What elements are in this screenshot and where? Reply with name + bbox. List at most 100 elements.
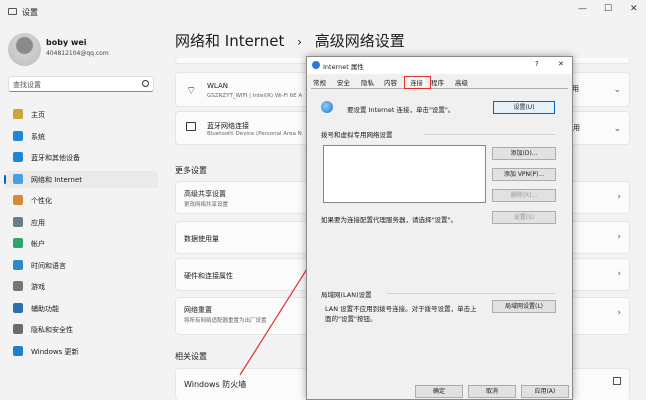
breadcrumb-parent[interactable]: 网络和 Internet (175, 32, 284, 50)
sidebar-item-label: 主页 (31, 111, 45, 119)
bluetooth-icon (13, 152, 23, 162)
tab-0[interactable]: 常规 (313, 77, 326, 87)
chevron-down-icon[interactable]: ⌄ (613, 85, 621, 95)
ok-button[interactable]: 确定 (415, 385, 463, 398)
sidebar-item-2[interactable]: 蓝牙和其他设备 (4, 149, 158, 166)
sidebar-item-label: 帐户 (31, 240, 45, 248)
add-vpn-button[interactable]: 添加 VPN(P)... (492, 168, 556, 181)
title-bar: 设置 — ☐ ✕ (0, 0, 646, 22)
chevron-right-icon: › (617, 269, 621, 279)
chevron-down-icon[interactable]: ⌄ (613, 124, 621, 134)
vpn-settings-button: 设置(S) (492, 211, 556, 224)
update-icon (13, 345, 23, 356)
card-title: WLAN (207, 82, 229, 90)
card-title: 数据使用量 (184, 235, 219, 243)
apps-icon (13, 216, 23, 227)
chevron-right-icon: › (617, 192, 621, 202)
sidebar-item-5[interactable]: 应用 (4, 214, 158, 231)
divider (424, 134, 555, 135)
page-title: 高级网络设置 (314, 32, 405, 50)
setup-button[interactable]: 设置(U) (493, 101, 555, 114)
wifi-icon: ⌔ (186, 84, 197, 97)
section-heading: 更多设置 (175, 166, 207, 175)
vpn-heading: 拨号和虚拟专用网络设置 (321, 131, 393, 139)
sidebar-item-7[interactable]: 时间和语言 (4, 257, 158, 274)
breadcrumb-separator: › (297, 35, 302, 49)
dialog-title-bar[interactable]: Internet 属性 ? ✕ (307, 57, 572, 74)
sidebar-item-label: 网络和 Internet (31, 175, 83, 184)
card-subtitle: GSZRZYT_WIFI | Intel(R) Wi-Fi 6E A (207, 93, 303, 99)
card-subtitle: 将所有网络适配器重置为出厂设置 (184, 318, 267, 324)
system-icon (13, 130, 23, 141)
card-title: 网络重置 (184, 306, 212, 314)
sidebar-item-label: 系统 (31, 132, 45, 141)
close-button[interactable]: ✕ (630, 4, 638, 14)
sidebar-item-label: 蓝牙和其他设备 (31, 154, 80, 162)
help-button[interactable]: ? (535, 60, 539, 68)
user-name: boby wei (46, 38, 87, 47)
tab-1[interactable]: 安全 (337, 77, 350, 87)
cancel-button[interactable]: 取消 (468, 385, 516, 398)
sidebar-item-10[interactable]: 隐私和安全性 (4, 321, 158, 338)
tab-2[interactable]: 隐私 (361, 77, 374, 87)
window-title: 设置 (22, 8, 38, 17)
globe-icon (13, 259, 23, 270)
sidebar-item-11[interactable]: Windows 更新 (4, 343, 158, 360)
maximize-button[interactable]: ☐ (604, 4, 612, 14)
tab-5[interactable]: 程序 (431, 77, 444, 87)
settings-app-icon (8, 8, 17, 15)
search-icon[interactable] (142, 80, 149, 87)
apply-button[interactable]: 应用(A) (521, 385, 569, 398)
dialog-title: Internet 属性 (323, 63, 364, 71)
minimize-button[interactable]: — (578, 4, 587, 14)
sidebar-item-8[interactable]: 游戏 (4, 278, 158, 295)
sidebar-item-4[interactable]: 个性化 (4, 192, 158, 209)
divider (387, 293, 555, 294)
remove-button: 删除(R)... (492, 189, 556, 202)
globe-icon (312, 61, 320, 69)
chevron-right-icon: › (617, 308, 621, 318)
network-icon (186, 122, 196, 131)
sidebar-item-label: 隐私和安全性 (31, 326, 73, 334)
tab-6[interactable]: 高级 (455, 77, 468, 87)
card-subtitle: Bluetooth Device (Personal Area N (207, 131, 302, 137)
chevron-right-icon: › (617, 232, 621, 242)
avatar[interactable] (8, 33, 41, 66)
disable-button[interactable]: 用 (573, 123, 580, 133)
sidebar-item-label: 辅助功能 (31, 304, 59, 313)
sidebar-item-label: 游戏 (31, 283, 45, 291)
proxy-description: 如果要为连接配置代理服务器，请选择"设置"。 (321, 216, 457, 224)
search-box[interactable]: 查找设置 (8, 76, 154, 92)
sidebar-item-9[interactable]: 辅助功能 (4, 300, 158, 317)
card-title: 硬件和连接属性 (184, 272, 233, 280)
nav-selection-indicator (4, 175, 6, 184)
connection-list[interactable] (323, 145, 486, 203)
user-email: 404812104@qq.com (46, 50, 109, 57)
game-icon (13, 281, 23, 291)
sidebar-item-label: 时间和语言 (31, 261, 66, 270)
sidebar-item-label: Windows 更新 (31, 347, 79, 356)
search-input[interactable]: 查找设置 (13, 80, 41, 90)
external-link-icon[interactable] (613, 377, 621, 385)
sidebar-item-6[interactable]: 帐户 (4, 235, 158, 252)
setup-description: 要设置 Internet 连接，单击"设置"。 (347, 106, 455, 114)
shield-icon (13, 324, 23, 334)
accessibility-icon (13, 302, 23, 313)
add-button[interactable]: 添加(D)... (492, 147, 556, 160)
tab-divider (311, 88, 568, 89)
lan-settings-button[interactable]: 局域网设置(L) (492, 300, 556, 313)
lan-description-line2: 面的"设置"按钮。 (325, 315, 377, 323)
sidebar-item-1[interactable]: 系统 (4, 128, 158, 145)
disable-button[interactable]: 用 (572, 84, 579, 94)
lan-description-line1: LAN 设置不应用到拨号连接。对于拨号设置，单击上 (325, 305, 477, 313)
sidebar-item-label: 应用 (31, 218, 45, 227)
sidebar-item-3[interactable]: 网络和 Internet (4, 170, 158, 188)
internet-properties-dialog[interactable]: Internet 属性 ? ✕ 常规 安全 隐私 内容 连接 程序 高级 要设置 Inter… (306, 56, 573, 400)
card-subtitle: 更改网络共享设置 (184, 202, 229, 208)
dialog-close-button[interactable]: ✕ (558, 60, 564, 68)
section-heading: 相关设置 (175, 352, 207, 361)
tab-3[interactable]: 内容 (384, 77, 397, 87)
sidebar-item-0[interactable]: 主页 (4, 106, 158, 123)
card-title: 高级共享设置 (184, 190, 226, 198)
card-title: Windows 防火墙 (184, 380, 247, 389)
